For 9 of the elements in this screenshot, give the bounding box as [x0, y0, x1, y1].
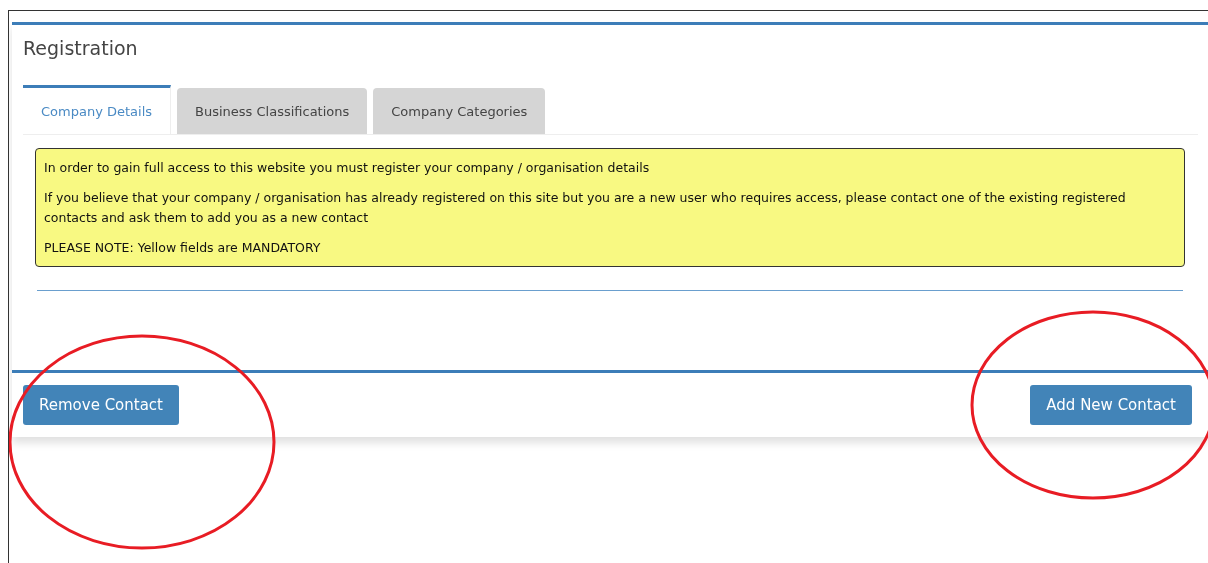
tab[interactable]: Company Categories — [373, 88, 546, 134]
panel-title: Registration — [22, 36, 139, 61]
tab[interactable]: Company Details — [23, 85, 172, 134]
contact-button[interactable]: Add New Contact — [1030, 385, 1192, 425]
contact-button[interactable]: Remove Contact — [23, 385, 179, 425]
notice-text: PLEASE NOTE: Yellow fields are MANDATORY — [44, 239, 322, 257]
notice-text: In order to gain full access to this website you must register your company / organisation details — [44, 159, 651, 177]
tab[interactable]: Business Classifications — [177, 88, 368, 134]
notice-text: If you believe that your company / organisation has already registered on this site but you are a new user who requires access, please contact one of the existing registered contacts and ask them to add you as a new contact — [44, 189, 1127, 227]
